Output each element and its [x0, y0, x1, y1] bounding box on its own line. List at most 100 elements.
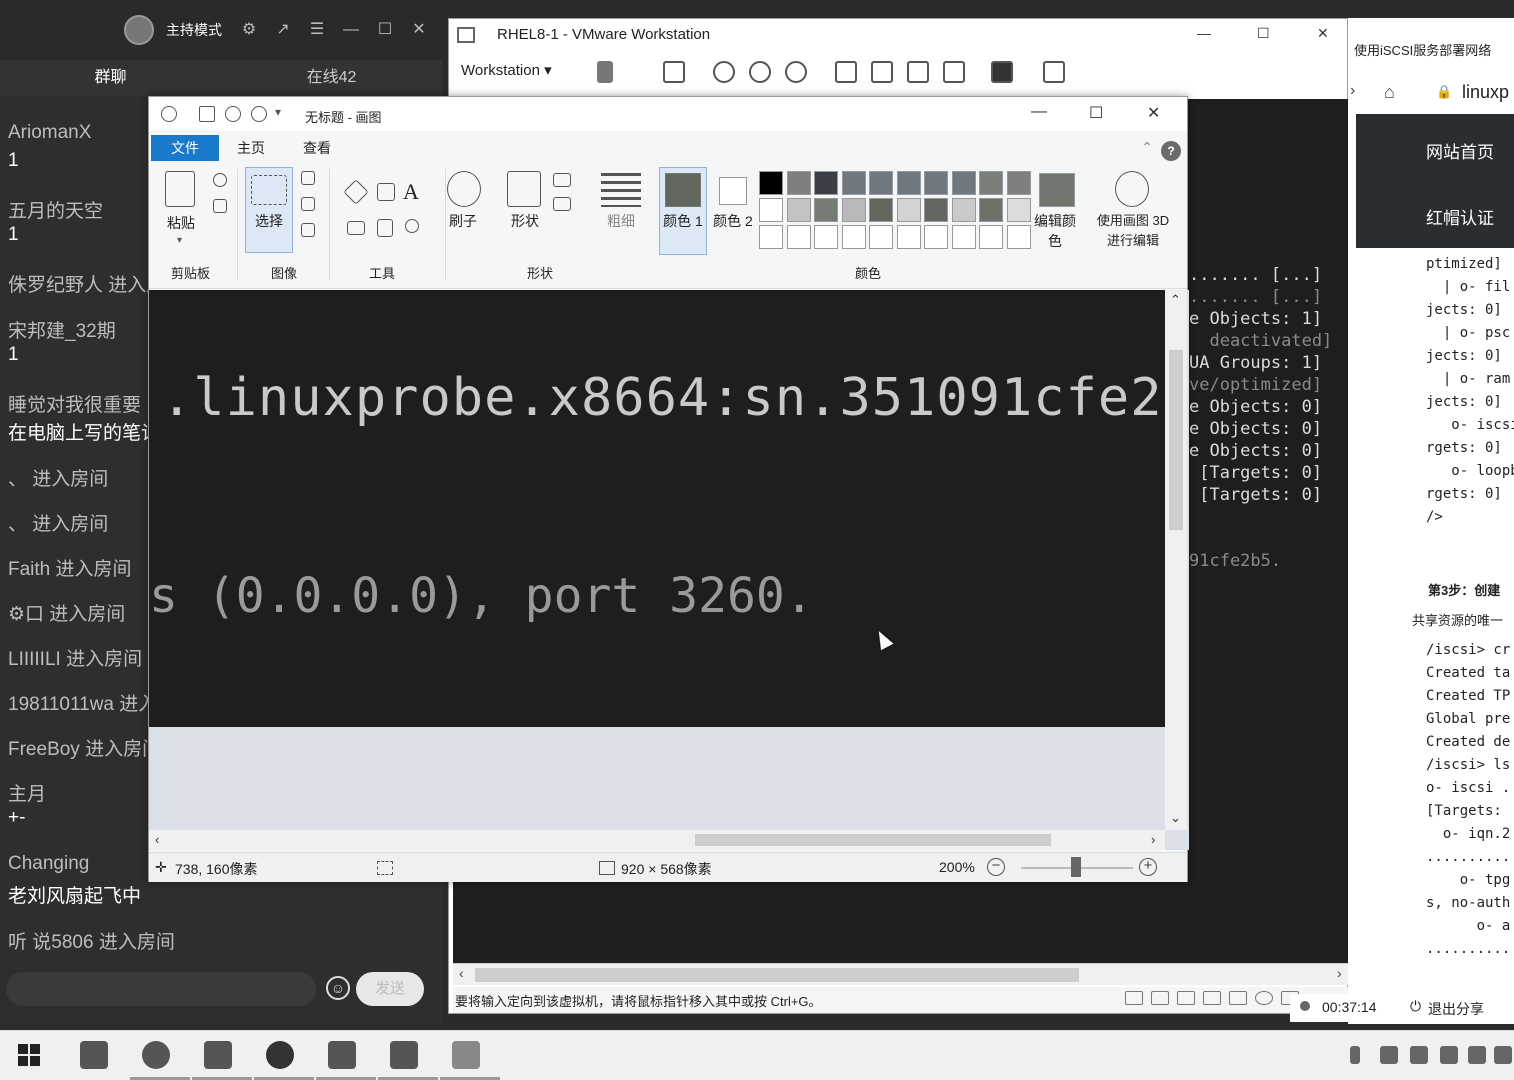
- maximize-icon[interactable]: ☐: [1089, 103, 1103, 123]
- thickness-icon[interactable]: [601, 173, 641, 207]
- text-icon[interactable]: A: [403, 179, 419, 205]
- console-icon[interactable]: [991, 61, 1013, 83]
- sound-icon[interactable]: [1229, 991, 1247, 1005]
- scroll-right-icon[interactable]: ›: [1337, 965, 1342, 981]
- shapes-button[interactable]: 形状: [511, 211, 539, 231]
- menu-icon[interactable]: ☰: [306, 19, 328, 41]
- palette-swatch[interactable]: [841, 198, 866, 222]
- tab-group-chat[interactable]: 群聊: [0, 60, 221, 96]
- snapshot-icon[interactable]: [713, 61, 735, 83]
- settings-icon[interactable]: ⚙: [238, 19, 260, 41]
- usb-icon[interactable]: [1203, 991, 1221, 1005]
- color2-label[interactable]: 颜色 2: [713, 211, 753, 231]
- palette-swatch[interactable]: [951, 225, 976, 249]
- scrollbar-thumb[interactable]: [695, 834, 1051, 846]
- cut-icon[interactable]: [213, 173, 227, 187]
- palette-swatch[interactable]: [841, 225, 866, 249]
- address-text[interactable]: linuxp: [1462, 82, 1509, 103]
- browser-tab-title[interactable]: 使用iSCSI服务部署网络: [1354, 40, 1491, 59]
- palette-swatch[interactable]: [814, 225, 838, 249]
- thumbnail-view-icon[interactable]: [871, 61, 893, 83]
- save-icon[interactable]: [199, 106, 215, 122]
- palette-swatch[interactable]: [924, 225, 948, 249]
- palette-swatch[interactable]: [979, 225, 1003, 249]
- tray-app-icon[interactable]: [1468, 1046, 1486, 1064]
- palette-swatch[interactable]: [759, 225, 783, 249]
- palette-swatch[interactable]: [979, 171, 1003, 195]
- select-button[interactable]: 选择: [255, 211, 283, 231]
- avatar[interactable]: [124, 15, 154, 45]
- palette-swatch[interactable]: [896, 198, 921, 222]
- palette-swatch[interactable]: [896, 225, 921, 249]
- snapshot-manager-icon[interactable]: [785, 61, 807, 83]
- power-icon[interactable]: ⏻: [1410, 998, 1421, 1015]
- edit-colors-icon[interactable]: [1039, 173, 1075, 207]
- help-icon[interactable]: ?: [1161, 141, 1181, 161]
- brush-icon[interactable]: [447, 171, 481, 207]
- maximize-icon[interactable]: ☐: [1257, 25, 1270, 42]
- microphone-icon[interactable]: [1350, 1046, 1360, 1064]
- cdrom-icon[interactable]: [1151, 991, 1169, 1005]
- paint-canvas[interactable]: .linuxprobe.x8664:sn.351091cfe2 s (0.0.0…: [149, 290, 1165, 727]
- thickness-button[interactable]: 粗细: [607, 211, 635, 231]
- unity-icon[interactable]: [943, 61, 965, 83]
- minimize-icon[interactable]: —: [340, 19, 362, 41]
- paint-vertical-scrollbar[interactable]: ⌃ ⌄: [1165, 290, 1187, 830]
- zoom-slider-thumb[interactable]: [1071, 857, 1081, 877]
- eraser-icon[interactable]: [347, 221, 365, 235]
- scroll-left-icon[interactable]: ‹: [459, 965, 464, 981]
- magnifier-icon[interactable]: [405, 219, 419, 233]
- windows-start-icon[interactable]: [18, 1044, 40, 1066]
- tray-app-icon[interactable]: [1380, 1046, 1398, 1064]
- paint3d-icon[interactable]: [1115, 171, 1149, 207]
- palette-swatch[interactable]: [951, 171, 976, 195]
- nav-redhat-link[interactable]: 红帽认证: [1426, 204, 1494, 229]
- nav-home-link[interactable]: 网站首页: [1426, 138, 1494, 163]
- paste-button[interactable]: 粘贴: [159, 213, 203, 233]
- scrollbar-thumb[interactable]: [1169, 350, 1183, 530]
- emoji-icon[interactable]: ☺: [326, 976, 350, 1000]
- palette-swatch[interactable]: [759, 171, 783, 195]
- hdd-icon[interactable]: [1125, 991, 1143, 1005]
- palette-swatch[interactable]: [814, 171, 838, 195]
- scroll-left-icon[interactable]: ‹: [155, 832, 159, 847]
- paint-taskbar-icon[interactable]: [452, 1041, 480, 1069]
- close-icon[interactable]: ✕: [1147, 103, 1160, 123]
- screen-capture-icon[interactable]: [328, 1041, 356, 1069]
- quick-access-dropdown-icon[interactable]: ▾: [275, 105, 281, 119]
- palette-swatch[interactable]: [759, 198, 783, 222]
- palette-swatch[interactable]: [1006, 171, 1031, 195]
- close-icon[interactable]: ✕: [408, 19, 430, 41]
- close-icon[interactable]: ✕: [1317, 25, 1329, 42]
- forward-icon[interactable]: ›: [1350, 82, 1355, 100]
- fill-icon[interactable]: [377, 183, 395, 201]
- copy-icon[interactable]: [213, 199, 227, 213]
- chat-input[interactable]: [6, 972, 316, 1006]
- color-picker-icon[interactable]: [377, 219, 393, 237]
- palette-swatch[interactable]: [869, 171, 893, 195]
- paste-dropdown-icon[interactable]: ▾: [177, 235, 182, 246]
- palette-swatch[interactable]: [924, 171, 948, 195]
- exit-share-button[interactable]: 退出分享: [1428, 999, 1484, 1019]
- tab-online[interactable]: 在线42: [221, 60, 442, 96]
- minimize-icon[interactable]: —: [1197, 25, 1211, 41]
- pencil-icon[interactable]: [343, 179, 369, 205]
- shapes-icon[interactable]: [507, 171, 541, 207]
- menu-view[interactable]: 查看: [289, 135, 345, 161]
- scroll-right-icon[interactable]: ›: [1151, 832, 1155, 847]
- vmware-taskbar-icon[interactable]: [204, 1041, 232, 1069]
- scrollbar-thumb[interactable]: [475, 968, 1079, 982]
- palette-swatch[interactable]: [786, 225, 811, 249]
- host-mode-label[interactable]: 主持模式: [166, 20, 222, 40]
- network-icon[interactable]: [1177, 991, 1195, 1005]
- zoom-out-icon[interactable]: −: [987, 858, 1005, 876]
- vm-horizontal-scrollbar[interactable]: ‹ ›: [453, 963, 1349, 985]
- tray-app-icon[interactable]: [1440, 1046, 1458, 1064]
- palette-swatch[interactable]: [924, 198, 948, 222]
- file-explorer-icon[interactable]: [80, 1041, 108, 1069]
- media-app-icon[interactable]: [266, 1041, 294, 1069]
- redo-icon[interactable]: [251, 106, 267, 122]
- classroom-app-icon[interactable]: [390, 1041, 418, 1069]
- scroll-down-icon[interactable]: ⌄: [1170, 810, 1181, 826]
- palette-swatch[interactable]: [814, 198, 838, 222]
